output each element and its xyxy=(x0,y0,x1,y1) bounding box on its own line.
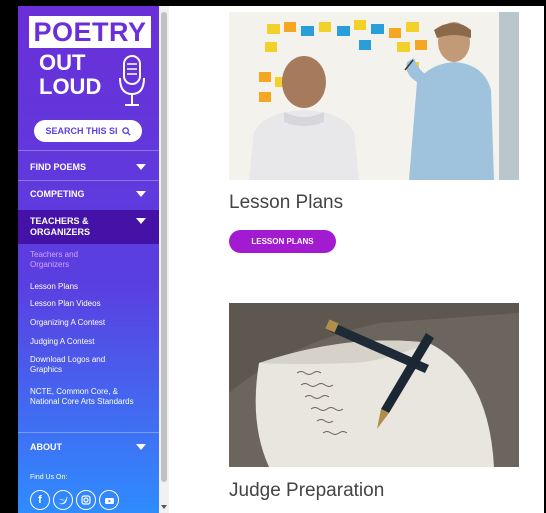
chevron-down-icon xyxy=(136,164,146,170)
chevron-down-icon xyxy=(136,191,146,197)
lesson-plans-image[interactable] xyxy=(229,12,519,180)
twitter-icon[interactable] xyxy=(53,490,73,510)
lesson-plans-button[interactable]: LESSON PLANS xyxy=(229,230,336,253)
facebook-icon[interactable]: f xyxy=(30,490,50,510)
logo-line3: LOUD xyxy=(39,74,102,99)
microphone-icon xyxy=(119,55,145,106)
scrollbar-thumb[interactable] xyxy=(161,12,167,482)
subnav-teachers-organizers[interactable]: Teachers and Organizers xyxy=(30,250,110,270)
nav-competing[interactable]: COMPETING xyxy=(18,183,159,205)
nav-find-poems-label: FIND POEMS xyxy=(30,161,87,172)
lesson-plans-title[interactable]: Lesson Plans xyxy=(229,192,343,214)
nav-divider xyxy=(18,150,159,151)
search-label: SEARCH THIS SI xyxy=(45,126,118,136)
search-button[interactable]: SEARCH THIS SI xyxy=(34,120,142,142)
nav-about-label: ABOUT xyxy=(30,441,62,452)
subnav-organizing-contest[interactable]: Organizing A Contest xyxy=(30,318,105,328)
nav-divider xyxy=(18,180,159,181)
browser-page: POETRY OUT LOUD SEARCH THIS SI FIND POEM xyxy=(18,6,544,513)
social-links: f xyxy=(30,490,119,510)
nav-teachers-label: TEACHERS & ORGANIZERS xyxy=(30,216,91,237)
subnav-standards[interactable]: NCTE, Common Core, & National Core Arts … xyxy=(30,387,142,407)
sidebar-scrollbar[interactable] xyxy=(159,6,169,513)
chevron-down-icon xyxy=(136,218,146,224)
judge-preparation-title[interactable]: Judge Preparation xyxy=(229,480,384,502)
logo-line2: OUT xyxy=(39,50,86,75)
follow-label: Find Us On: xyxy=(30,474,68,481)
search-icon xyxy=(121,126,131,136)
subnav-lesson-plan-videos[interactable]: Lesson Plan Videos xyxy=(30,299,101,309)
logo-line1: POETRY xyxy=(29,16,151,48)
nav-about[interactable]: ABOUT xyxy=(18,436,159,458)
scroll-down-arrow-icon[interactable] xyxy=(161,505,167,509)
nav-divider xyxy=(18,432,159,433)
judge-preparation-image[interactable] xyxy=(229,303,519,467)
subnav-download-logos[interactable]: Download Logos and Graphics xyxy=(30,355,130,375)
sidebar: POETRY OUT LOUD SEARCH THIS SI FIND POEM xyxy=(18,6,159,513)
subnav-lesson-plans[interactable]: Lesson Plans xyxy=(30,282,78,292)
chevron-down-icon xyxy=(136,444,146,450)
nav-teachers-organizers[interactable]: TEACHERS & ORGANIZERS xyxy=(18,210,159,244)
poetry-out-loud-logo[interactable]: POETRY OUT LOUD xyxy=(29,16,151,110)
nav-find-poems[interactable]: FIND POEMS xyxy=(18,156,159,178)
nav-competing-label: COMPETING xyxy=(30,188,85,199)
instagram-icon[interactable] xyxy=(76,490,96,510)
subnav-judging-contest[interactable]: Judging A Contest xyxy=(30,337,95,347)
youtube-icon[interactable] xyxy=(99,490,119,510)
